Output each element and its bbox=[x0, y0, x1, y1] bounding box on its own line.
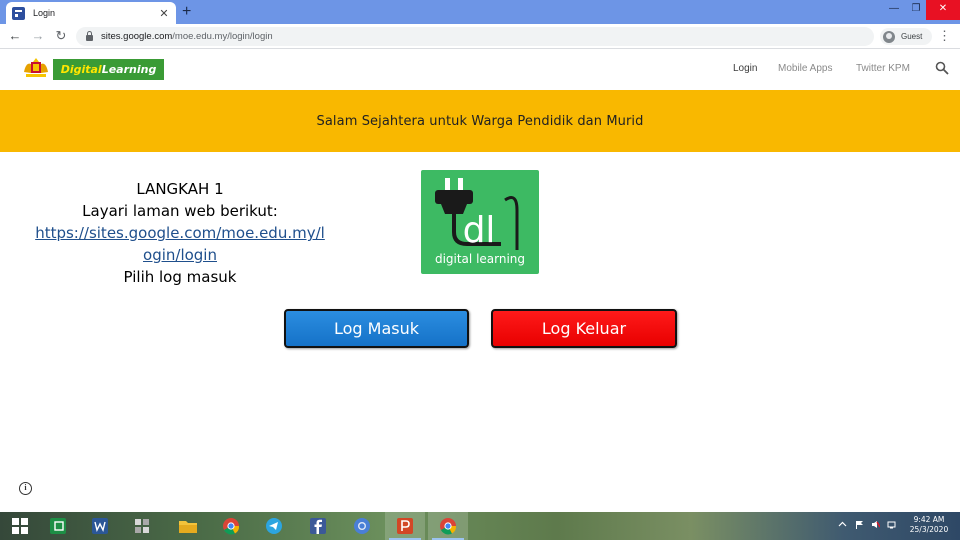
site-header: Digital Learning Login Mobile Apps Twitt… bbox=[0, 50, 960, 90]
log-masuk-button[interactable]: Log Masuk bbox=[284, 309, 469, 348]
close-tab-icon[interactable]: ✕ bbox=[158, 7, 170, 20]
powerpoint-icon bbox=[397, 518, 413, 534]
welcome-text: Salam Sejahtera untuk Warga Pendidik dan… bbox=[316, 113, 644, 129]
digital-learning-logo[interactable]: Digital Learning bbox=[53, 59, 164, 80]
nav-mobile-apps[interactable]: Mobile Apps bbox=[778, 63, 832, 74]
profile-avatar-icon bbox=[883, 30, 895, 43]
taskbar-powerpoint[interactable] bbox=[385, 512, 425, 540]
forward-arrow-icon[interactable]: → bbox=[30, 27, 46, 45]
welcome-banner: Salam Sejahtera untuk Warga Pendidik dan… bbox=[0, 90, 960, 152]
address-bar[interactable]: sites.google.com/moe.edu.my/login/login bbox=[76, 27, 874, 46]
taskbar-clock[interactable]: 9:42 AM 25/3/2020 bbox=[906, 515, 952, 535]
instructions: LANGKAH 1 Layari laman web berikut: http… bbox=[24, 178, 336, 288]
url-host: sites.google.com bbox=[101, 31, 173, 42]
network-icon[interactable] bbox=[887, 520, 896, 529]
start-button[interactable] bbox=[0, 512, 40, 540]
app-grid-icon bbox=[135, 519, 149, 533]
chrome-icon bbox=[223, 518, 240, 535]
windows-logo-icon bbox=[12, 518, 28, 534]
government-crest-icon bbox=[24, 58, 48, 77]
profile-button[interactable]: Guest bbox=[880, 28, 932, 45]
dl-plug-logo: dl digital learning bbox=[421, 170, 539, 274]
taskbar-app-grid[interactable] bbox=[122, 512, 162, 540]
taskbar-chrome-alt[interactable] bbox=[342, 512, 382, 540]
brand-part2: Learning bbox=[101, 63, 157, 76]
nav-login[interactable]: Login bbox=[733, 63, 757, 74]
browser-tab[interactable]: Login ✕ bbox=[6, 2, 176, 24]
back-arrow-icon[interactable]: ← bbox=[7, 27, 23, 45]
taskbar-telegram[interactable] bbox=[254, 512, 294, 540]
nav-twitter-kpm[interactable]: Twitter KPM bbox=[856, 63, 910, 74]
taskbar-file-explorer[interactable] bbox=[168, 512, 208, 540]
dl-logo-caption: digital learning bbox=[434, 252, 526, 266]
taskbar-chrome[interactable] bbox=[211, 512, 251, 540]
excel-icon bbox=[50, 518, 66, 534]
windows-taskbar bbox=[0, 512, 960, 540]
clock-date: 25/3/2020 bbox=[909, 525, 949, 534]
step-heading: LANGKAH 1 bbox=[136, 180, 224, 198]
close-window-button[interactable]: ✕ bbox=[926, 0, 960, 20]
step-line3: Pilih log masuk bbox=[123, 268, 237, 286]
folder-icon bbox=[179, 521, 197, 533]
taskbar-excel[interactable] bbox=[38, 512, 78, 540]
taskbar-word[interactable] bbox=[80, 512, 120, 540]
word-icon bbox=[92, 518, 108, 534]
lock-icon bbox=[86, 31, 93, 41]
action-flag-icon[interactable] bbox=[855, 520, 864, 529]
browser-menu-icon[interactable]: ⋮ bbox=[938, 28, 951, 44]
new-tab-button[interactable]: + bbox=[182, 2, 191, 22]
url-text: sites.google.com/moe.edu.my/login/login bbox=[101, 31, 273, 42]
browser-titlebar: Login ✕ + — ❐ ✕ bbox=[0, 0, 960, 24]
plug-icon: dl bbox=[435, 178, 519, 251]
taskbar-chrome-active[interactable] bbox=[428, 512, 468, 540]
facebook-icon bbox=[310, 518, 326, 534]
show-hidden-icons-icon[interactable] bbox=[838, 520, 847, 529]
search-icon[interactable] bbox=[935, 61, 949, 75]
tab-title: Login bbox=[33, 8, 56, 18]
site-favicon-icon bbox=[12, 6, 25, 20]
url-path: /moe.edu.my/login/login bbox=[172, 31, 273, 42]
chrome-canary-icon bbox=[354, 518, 370, 534]
taskbar-facebook[interactable] bbox=[298, 512, 338, 540]
profile-label: Guest bbox=[901, 32, 923, 41]
volume-icon[interactable] bbox=[871, 520, 880, 529]
info-icon[interactable]: i bbox=[19, 482, 32, 495]
dl-letters: dl bbox=[463, 210, 496, 251]
site-link-part1[interactable]: https://sites.google.com/moe.edu.my/l bbox=[35, 224, 325, 242]
step-line1: Layari laman web berikut: bbox=[82, 202, 278, 220]
reload-icon[interactable]: ↻ bbox=[53, 27, 69, 45]
brand-part1: Digital bbox=[60, 63, 102, 76]
chrome-active-icon bbox=[440, 518, 457, 535]
clock-time: 9:42 AM bbox=[913, 515, 945, 524]
telegram-icon bbox=[266, 518, 282, 534]
site-link-part2[interactable]: ogin/login bbox=[143, 246, 217, 264]
browser-toolbar: ← → ↻ sites.google.com/moe.edu.my/login/… bbox=[0, 24, 960, 49]
log-keluar-button[interactable]: Log Keluar bbox=[491, 309, 677, 348]
